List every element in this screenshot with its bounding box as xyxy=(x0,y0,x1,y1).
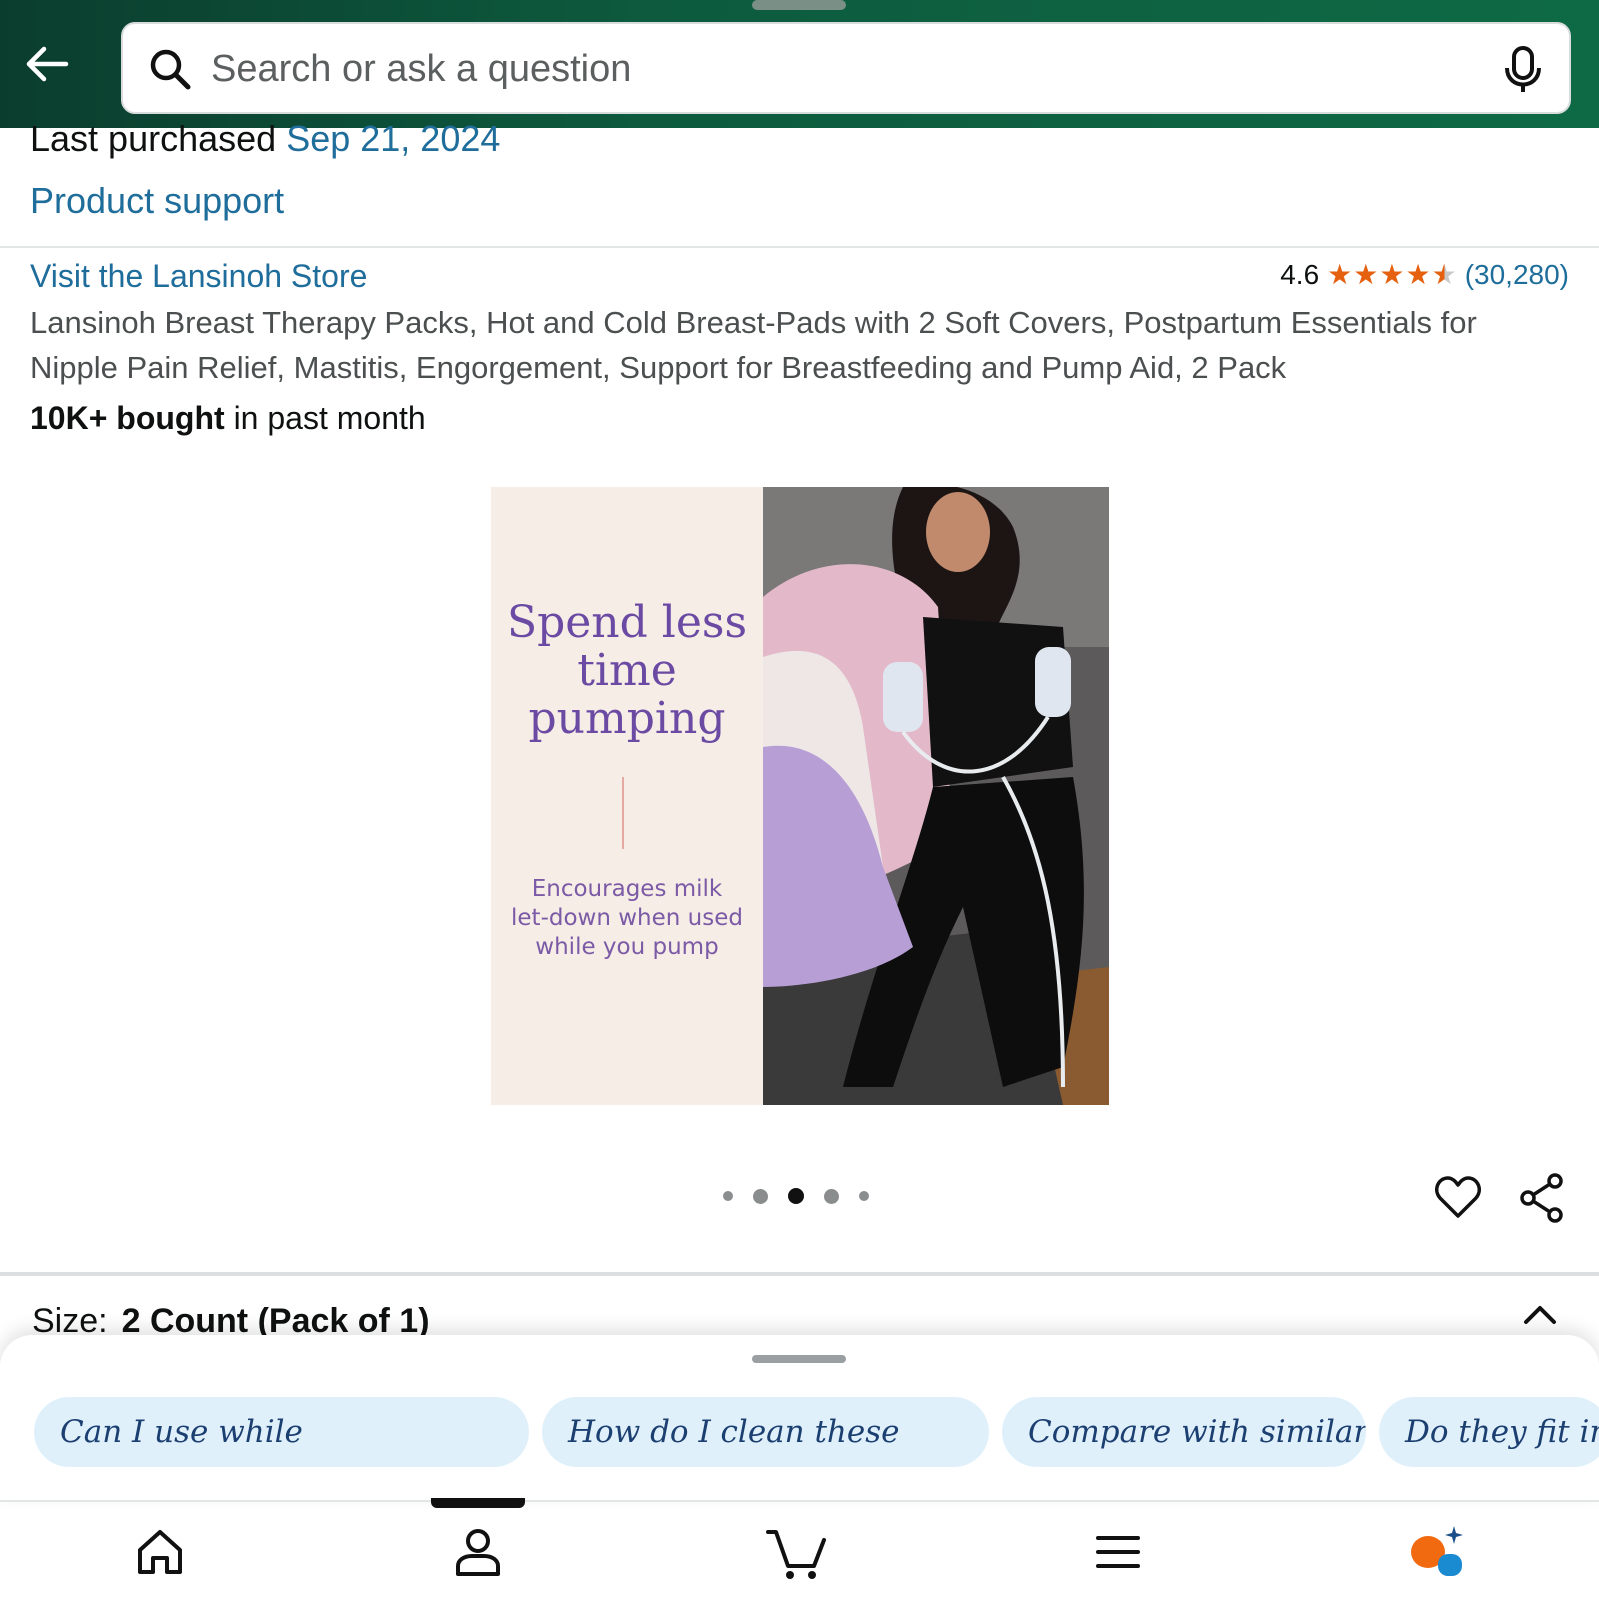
image-text-panel: Spend less time pumping Encourages milk … xyxy=(491,487,763,1105)
divider xyxy=(0,1500,1599,1502)
star-full-icon: ★ xyxy=(1353,259,1379,290)
carousel-dot-active[interactable] xyxy=(788,1188,804,1204)
star-full-icon: ★ xyxy=(1327,259,1353,290)
microphone-icon[interactable] xyxy=(1503,46,1543,94)
bought-count-bold: 10K+ bought xyxy=(30,400,225,436)
carousel-dot[interactable] xyxy=(723,1191,733,1201)
bought-count-rest: in past month xyxy=(233,400,426,436)
search-bar[interactable] xyxy=(121,22,1571,114)
image-subtext: Encourages milk let-down when used while… xyxy=(511,876,743,960)
product-support-link[interactable]: Product support xyxy=(30,180,284,222)
back-arrow-icon[interactable] xyxy=(22,42,72,86)
heart-icon[interactable] xyxy=(1434,1174,1482,1222)
last-purchased: Last purchased Sep 21, 2024 xyxy=(30,118,500,160)
rating-summary[interactable]: 4.6 ★ ★ ★ ★ ★ (30,280) xyxy=(1280,258,1569,291)
carousel-dot[interactable] xyxy=(753,1188,768,1204)
cart-icon[interactable] xyxy=(766,1524,828,1580)
product-photo xyxy=(763,487,1109,1105)
last-purchased-label: Last purchased xyxy=(30,118,277,159)
chevron-up-icon[interactable] xyxy=(1522,1302,1558,1328)
rating-score: 4.6 xyxy=(1280,258,1320,290)
divider xyxy=(0,246,1599,248)
menu-icon[interactable] xyxy=(1090,1524,1146,1580)
home-icon[interactable] xyxy=(132,1524,188,1580)
carousel-dot[interactable] xyxy=(824,1188,839,1204)
suggestion-chip[interactable]: How do I clean these xyxy=(542,1397,989,1467)
suggestion-chip[interactable]: Compare with similar xyxy=(1002,1397,1366,1467)
star-full-icon: ★ xyxy=(1379,259,1405,290)
carousel-dot[interactable] xyxy=(859,1191,869,1201)
star-rating: ★ ★ ★ ★ ★ xyxy=(1327,258,1457,291)
star-full-icon: ★ xyxy=(1405,259,1431,290)
image-headline: Spend less time pumping xyxy=(506,597,748,744)
share-icon[interactable] xyxy=(1518,1172,1566,1224)
carousel-dots[interactable] xyxy=(723,1188,869,1204)
suggestion-chip[interactable]: Can I use while xyxy=(34,1397,529,1467)
search-input[interactable] xyxy=(209,40,1453,98)
store-link[interactable]: Visit the Lansinoh Store xyxy=(30,258,367,295)
divider xyxy=(0,1272,1599,1276)
sheet-grip[interactable] xyxy=(752,1355,846,1363)
search-icon xyxy=(150,49,191,90)
product-title: Lansinoh Breast Therapy Packs, Hot and C… xyxy=(30,305,1477,385)
star-half-icon: ★ xyxy=(1431,259,1457,290)
account-icon[interactable] xyxy=(450,1524,506,1580)
rating-count[interactable]: (30,280) xyxy=(1465,259,1569,291)
top-header xyxy=(0,0,1599,128)
suggestions-sheet: Can I use while How do I clean these Com… xyxy=(0,1335,1599,1500)
product-image[interactable]: Spend less time pumping Encourages milk … xyxy=(491,487,1109,1105)
header-grip xyxy=(752,0,846,10)
last-purchased-date[interactable]: Sep 21, 2024 xyxy=(286,118,500,159)
rufus-icon[interactable] xyxy=(1408,1524,1470,1580)
suggestion-chip[interactable]: Do they fit in xyxy=(1379,1397,1599,1467)
woman-pumping-photo xyxy=(763,487,1109,1105)
nav-active-indicator xyxy=(431,1498,525,1508)
image-divider xyxy=(622,777,624,849)
bought-count: 10K+ bought in past month xyxy=(30,400,426,437)
